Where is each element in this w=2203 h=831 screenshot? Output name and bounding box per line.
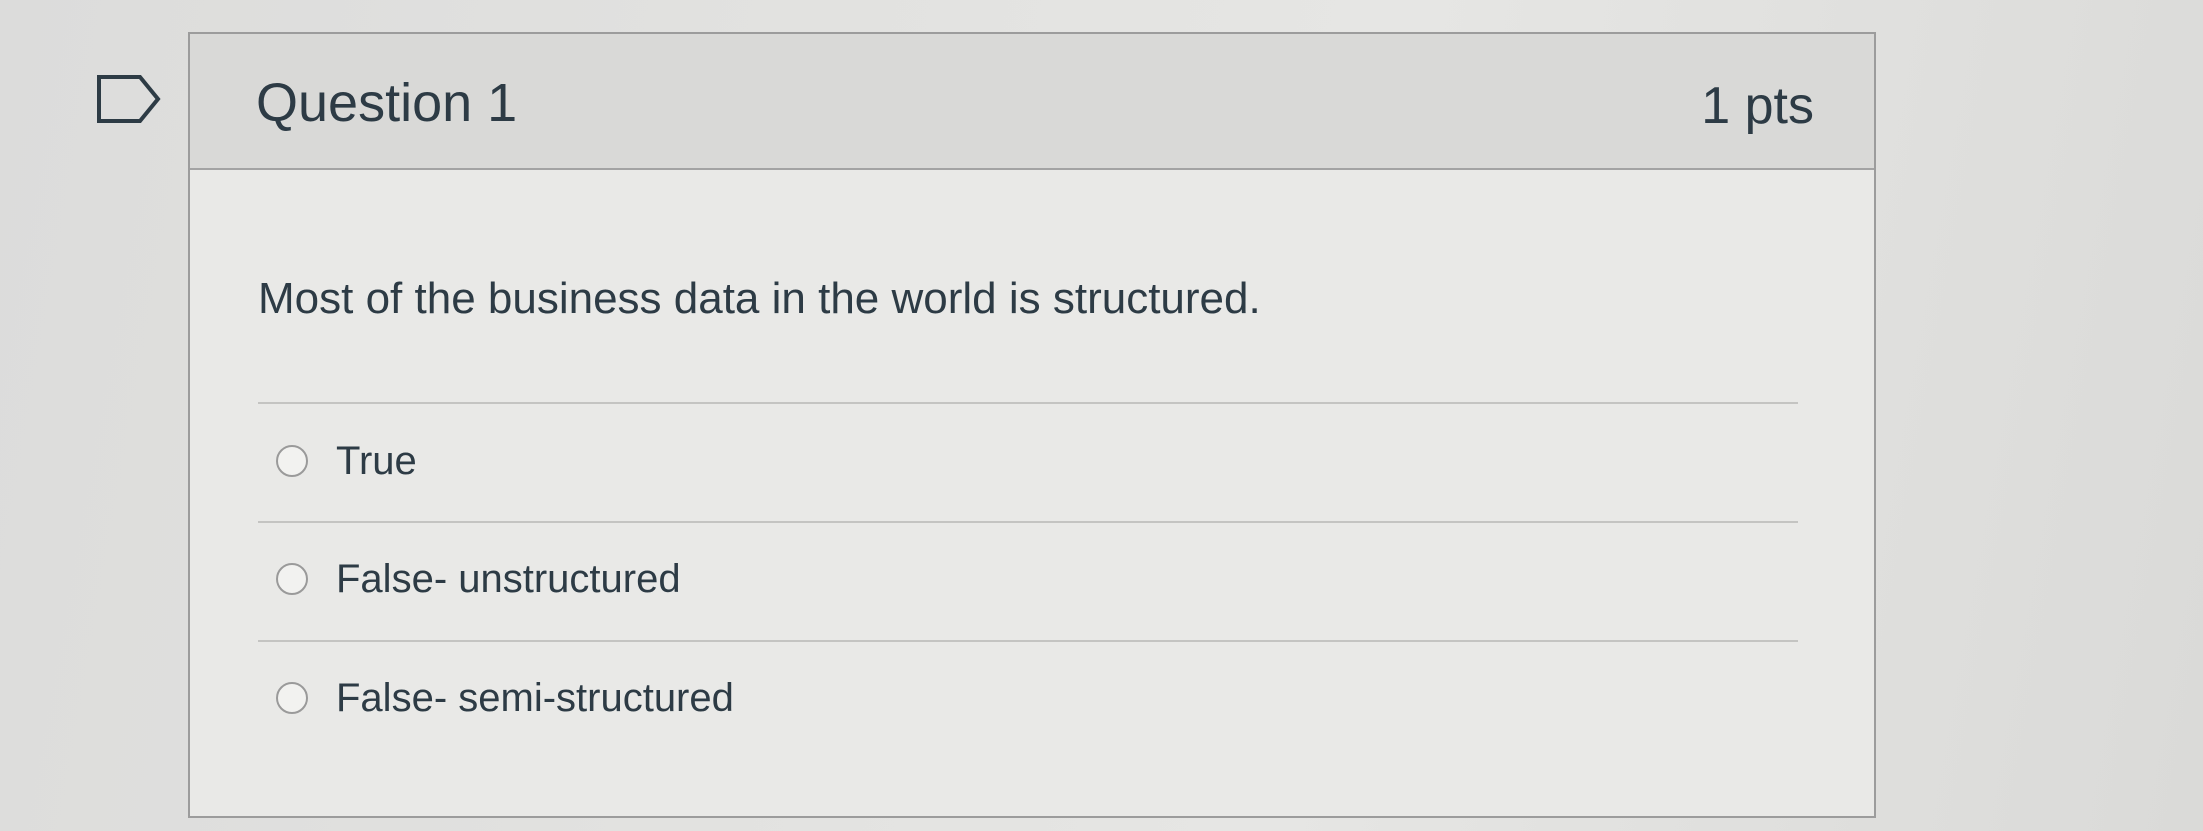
- answer-option-true[interactable]: True: [276, 431, 417, 491]
- question-title: Question 1: [256, 73, 518, 133]
- flag-question-icon[interactable]: [96, 74, 162, 124]
- answer-option-false-semi-structured[interactable]: False- semi-structured: [276, 668, 734, 728]
- answer-divider: [258, 640, 1798, 642]
- answer-label: False- semi-structured: [336, 675, 734, 720]
- answer-option-false-unstructured[interactable]: False- unstructured: [276, 549, 681, 609]
- radio-button[interactable]: [276, 682, 308, 714]
- question-card: Question 1 1 pts Most of the business da…: [188, 32, 1876, 818]
- question-text: Most of the business data in the world i…: [258, 274, 1261, 323]
- question-header: Question 1 1 pts: [190, 34, 1874, 170]
- answer-divider: [258, 521, 1798, 523]
- radio-button[interactable]: [276, 445, 308, 477]
- answer-divider: [258, 402, 1798, 404]
- radio-button[interactable]: [276, 563, 308, 595]
- answer-label: False- unstructured: [336, 556, 681, 601]
- answer-label: True: [336, 438, 417, 483]
- question-points: 1 pts: [1701, 77, 1814, 135]
